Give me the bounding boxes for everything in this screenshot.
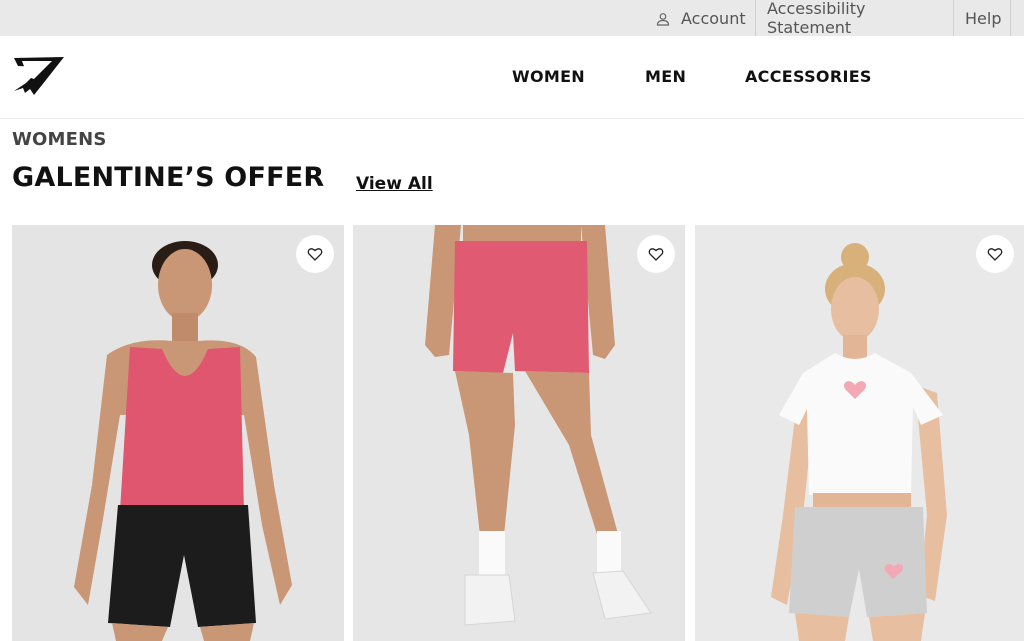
wishlist-button[interactable]: [296, 235, 334, 273]
product-card[interactable]: [695, 225, 1024, 641]
help-link[interactable]: Help: [953, 0, 1011, 36]
heart-icon: [307, 248, 323, 261]
product-image: [695, 225, 1024, 641]
help-label: Help: [965, 8, 1002, 28]
view-all-link[interactable]: View All: [356, 174, 433, 194]
accessibility-statement-link[interactable]: Accessibility Statement: [755, 0, 953, 37]
site-header: WOMEN MEN ACCESSORIES: [0, 36, 1024, 119]
wishlist-button[interactable]: [976, 235, 1014, 273]
product-card[interactable]: [353, 225, 685, 641]
nav-women[interactable]: WOMEN: [512, 67, 585, 86]
section-title: GALENTINE’S OFFER: [12, 162, 325, 193]
nav-men[interactable]: MEN: [645, 67, 686, 86]
nav-accessories[interactable]: ACCESSORIES: [745, 67, 872, 86]
section-eyebrow: WOMENS: [12, 129, 107, 150]
gymshark-logo-icon[interactable]: [12, 55, 66, 97]
heart-icon: [987, 248, 1003, 261]
account-link[interactable]: Account: [656, 0, 754, 36]
wishlist-button[interactable]: [637, 235, 675, 273]
heart-icon: [648, 248, 664, 261]
product-image: [353, 225, 685, 641]
user-icon: [656, 11, 670, 26]
utility-bar: Account Accessibility Statement Help: [0, 0, 1024, 37]
product-card[interactable]: [12, 225, 344, 641]
product-image: [12, 225, 344, 641]
accessibility-label: Accessibility Statement: [767, 0, 866, 37]
account-label: Account: [681, 8, 746, 28]
